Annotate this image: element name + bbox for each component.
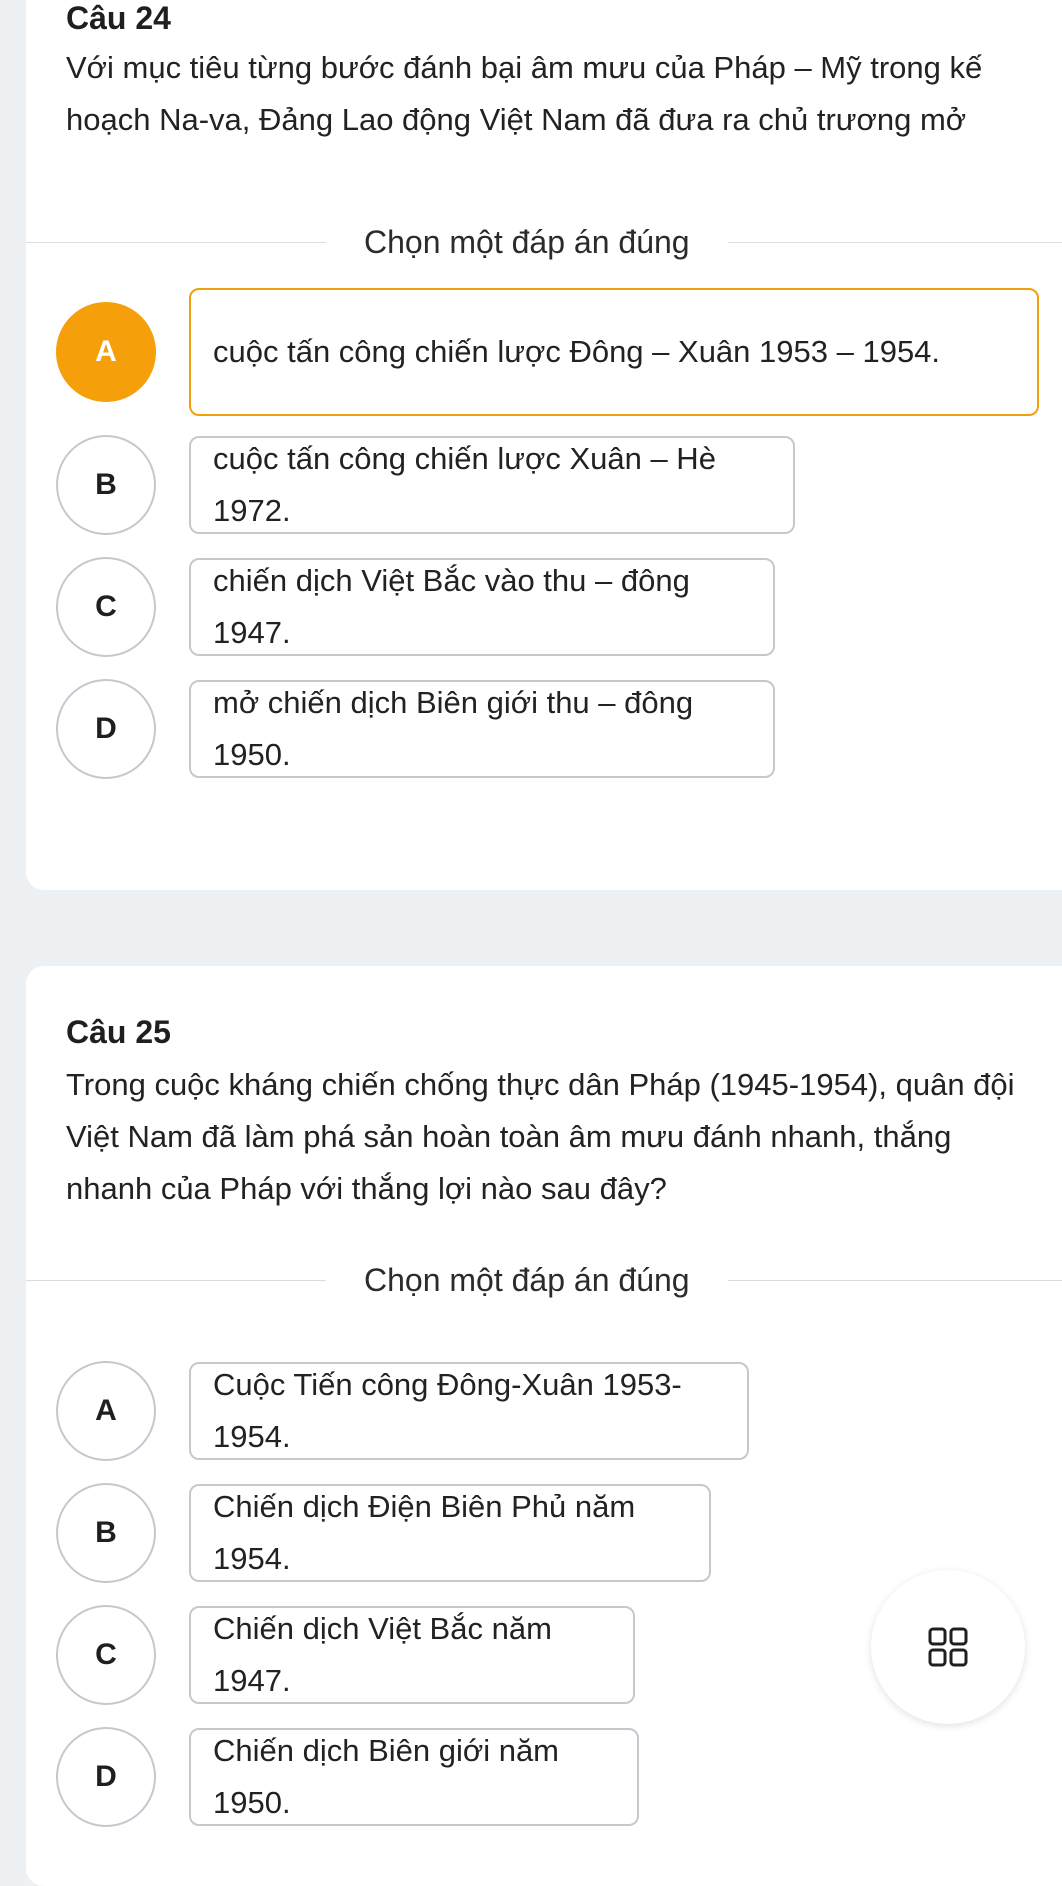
option-text-box[interactable]: mở chiến dịch Biên giới thu – đông 1950. xyxy=(189,680,775,778)
option-d[interactable]: D mở chiến dịch Biên giới thu – đông 195… xyxy=(56,679,776,779)
answer-prompt: Chọn một đáp án đúng xyxy=(364,1261,690,1298)
grid-icon xyxy=(928,1627,968,1667)
question-number: Câu 25 xyxy=(66,1014,171,1050)
question-text: Trong cuộc kháng chiến chống thực dân Ph… xyxy=(66,1067,1015,1206)
option-c[interactable]: C Chiến dịch Việt Bắc năm 1947. xyxy=(56,1605,636,1705)
option-letter-badge[interactable]: C xyxy=(56,1605,156,1705)
option-a[interactable]: A Cuộc Tiến công Đông-Xuân 1953-1954. xyxy=(56,1361,756,1461)
answer-prompt: Chọn một đáp án đúng xyxy=(364,223,690,260)
question-number: Câu 24 xyxy=(66,0,171,36)
option-letter-badge[interactable]: C xyxy=(56,557,156,657)
option-letter-badge[interactable]: D xyxy=(56,679,156,779)
option-text-box[interactable]: cuộc tấn công chiến lược Đông – Xuân 195… xyxy=(189,288,1039,416)
option-text-box[interactable]: cuộc tấn công chiến lược Xuân – Hè 1972. xyxy=(189,436,795,534)
option-text-box[interactable]: Cuộc Tiến công Đông-Xuân 1953-1954. xyxy=(189,1362,749,1460)
question-card-25: Câu 25 Trong cuộc kháng chiến chống thực… xyxy=(26,966,1062,1886)
option-letter-badge[interactable]: D xyxy=(56,1727,156,1827)
option-text-box[interactable]: Chiến dịch Biên giới năm 1950. xyxy=(189,1728,639,1826)
option-a[interactable]: A cuộc tấn công chiến lược Đông – Xuân 1… xyxy=(56,288,1039,416)
option-text-box[interactable]: Chiến dịch Việt Bắc năm 1947. xyxy=(189,1606,635,1704)
answer-prompt-divider: Chọn một đáp án đúng xyxy=(26,222,1062,262)
question-grid-button[interactable] xyxy=(871,1570,1025,1724)
option-letter-badge[interactable]: A xyxy=(56,302,156,402)
option-text-box[interactable]: chiến dịch Việt Bắc vào thu – đông 1947. xyxy=(189,558,775,656)
question-text: Với mục tiêu từng bước đánh bại âm mưu c… xyxy=(66,50,983,137)
option-letter-badge[interactable]: A xyxy=(56,1361,156,1461)
question-card-24: Câu 24 Với mục tiêu từng bước đánh bại â… xyxy=(26,0,1062,890)
option-text-box[interactable]: Chiến dịch Điện Biên Phủ năm 1954. xyxy=(189,1484,711,1582)
option-c[interactable]: C chiến dịch Việt Bắc vào thu – đông 194… xyxy=(56,557,776,657)
option-b[interactable]: B Chiến dịch Điện Biên Phủ năm 1954. xyxy=(56,1483,716,1583)
divider-line xyxy=(727,1279,1062,1281)
option-letter-badge[interactable]: B xyxy=(56,435,156,535)
option-letter-badge[interactable]: B xyxy=(56,1483,156,1583)
option-b[interactable]: B cuộc tấn công chiến lược Xuân – Hè 197… xyxy=(56,435,796,535)
divider-line xyxy=(727,241,1062,243)
answer-prompt-divider: Chọn một đáp án đúng xyxy=(26,1260,1062,1300)
option-d[interactable]: D Chiến dịch Biên giới năm 1950. xyxy=(56,1727,646,1827)
divider-line xyxy=(26,241,326,243)
divider-line xyxy=(26,1279,326,1281)
